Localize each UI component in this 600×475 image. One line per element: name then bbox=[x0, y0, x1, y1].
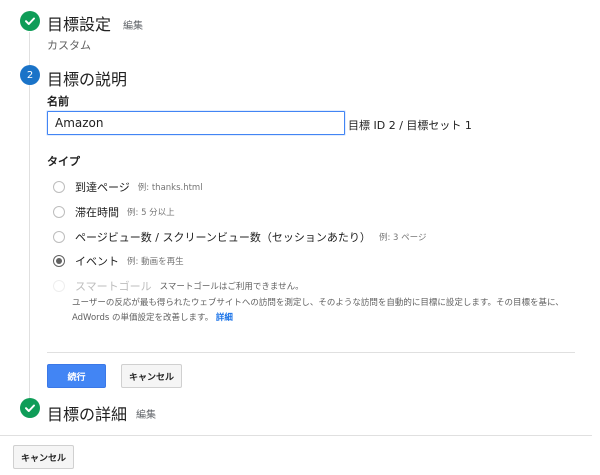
goal-name-input[interactable] bbox=[47, 111, 345, 135]
type-option-label: 滞在時間 bbox=[75, 206, 119, 219]
details-link[interactable]: 詳細 bbox=[216, 313, 233, 323]
step3-edit-link[interactable]: 編集 bbox=[136, 406, 156, 421]
step1-check-icon bbox=[20, 11, 40, 31]
type-option-label: スマートゴール bbox=[75, 280, 152, 293]
step3-title: 目標の詳細 bbox=[47, 405, 128, 424]
cancel-button[interactable]: キャンセル bbox=[121, 364, 182, 388]
type-option-example: 例: 5 分以上 bbox=[127, 208, 175, 218]
step-connector-line bbox=[29, 85, 30, 398]
continue-button[interactable]: 続行 bbox=[47, 364, 106, 388]
goal-id-text: 目標 ID 2 / 目標セット 1 bbox=[348, 119, 472, 132]
radio-button[interactable] bbox=[53, 181, 65, 193]
footer-cancel-button[interactable]: キャンセル bbox=[13, 445, 74, 469]
type-option-label: 到達ページ bbox=[75, 181, 130, 194]
type-option-destination[interactable]: 到達ページ 例: thanks.html bbox=[53, 179, 203, 195]
step2-title: 目標の説明 bbox=[47, 70, 128, 89]
name-label: 名前 bbox=[47, 95, 69, 108]
section-divider bbox=[47, 352, 575, 353]
radio-button[interactable] bbox=[53, 206, 65, 218]
radio-button[interactable] bbox=[53, 231, 65, 243]
step2-number-badge: 2 bbox=[20, 65, 40, 85]
type-option-example: 例: thanks.html bbox=[137, 183, 203, 193]
type-label: タイプ bbox=[47, 155, 80, 168]
type-option-event[interactable]: イベント 例: 動画を再生 bbox=[53, 253, 184, 269]
type-option-label: ページビュー数 / スクリーンビュー数（セッションあたり） bbox=[75, 231, 371, 244]
smart-goal-unavailable-note: スマートゴールはご利用できません。 bbox=[159, 282, 304, 292]
type-option-duration[interactable]: 滞在時間 例: 5 分以上 bbox=[53, 204, 175, 220]
radio-button-selected[interactable] bbox=[53, 255, 65, 267]
smart-goal-description: ユーザーの反応が最も得られたウェブサイトへの訪問を測定し、そのような訪問を自動的… bbox=[72, 296, 582, 326]
step1-edit-link[interactable]: 編集 bbox=[123, 17, 143, 32]
type-option-pages-per-session[interactable]: ページビュー数 / スクリーンビュー数（セッションあたり） 例: 3 ページ bbox=[53, 229, 426, 245]
step-connector-line bbox=[29, 32, 30, 65]
type-option-smart-goal: スマートゴール スマートゴールはご利用できません。 bbox=[53, 278, 304, 294]
type-option-example: 例: 3 ページ bbox=[378, 233, 427, 243]
footer-divider bbox=[0, 435, 592, 436]
radio-button-disabled bbox=[53, 280, 65, 292]
step1-summary: カスタム bbox=[47, 39, 91, 52]
smart-goal-description-text: ユーザーの反応が最も得られたウェブサイトへの訪問を測定し、そのような訪問を自動的… bbox=[72, 298, 564, 323]
step3-check-icon bbox=[20, 398, 40, 418]
step1-title: 目標設定 bbox=[47, 15, 112, 34]
type-option-example: 例: 動画を再生 bbox=[127, 257, 184, 267]
type-option-label: イベント bbox=[75, 255, 119, 268]
